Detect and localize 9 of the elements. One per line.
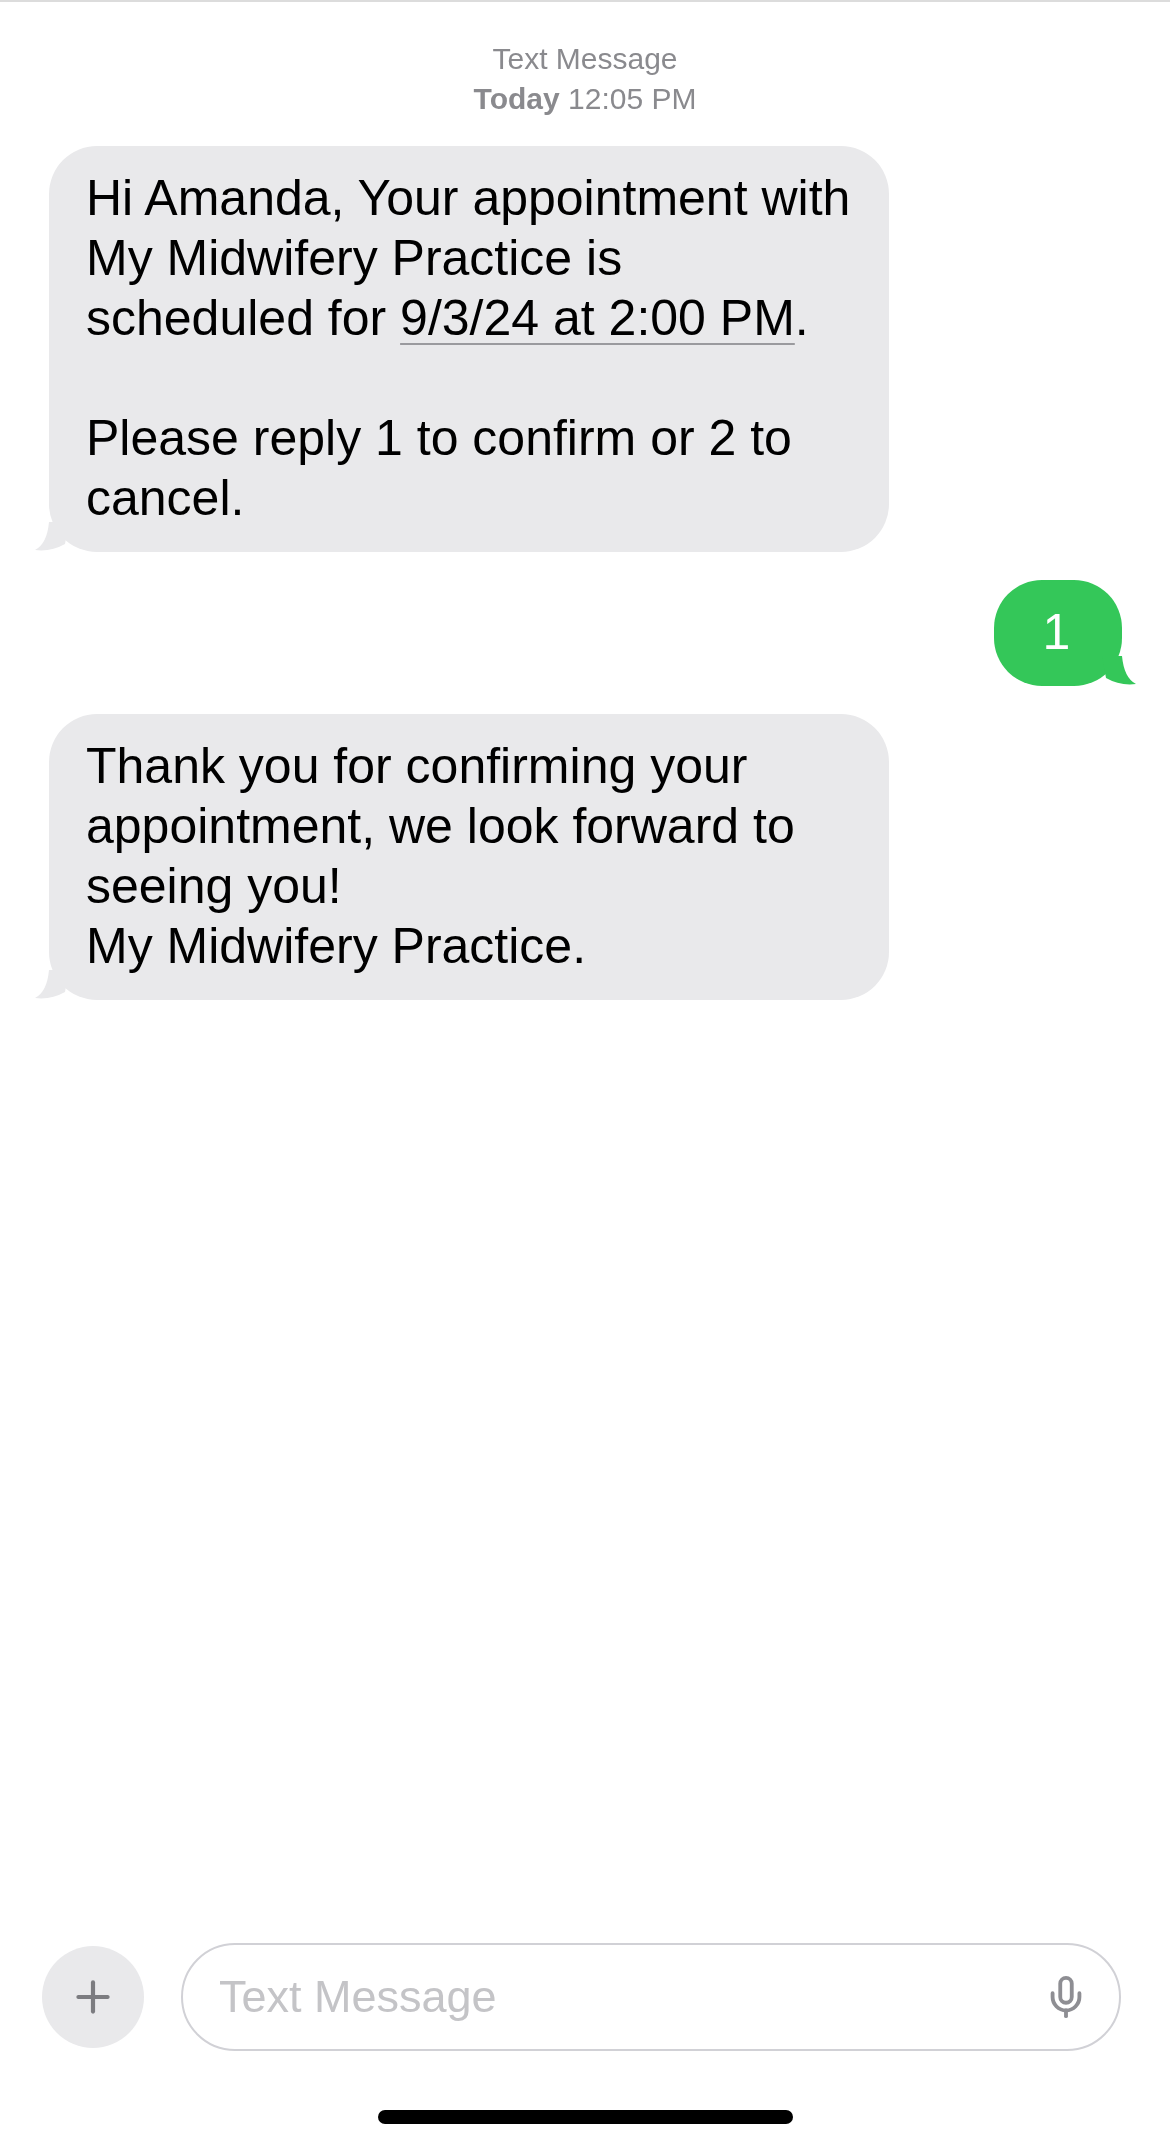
date-link[interactable]: 9/3/24 at 2:00 PM [400,290,795,346]
message-input-field[interactable]: Text Message [181,1943,1121,2051]
message-text: Please reply 1 to confirm or 2 to cancel. [86,409,793,528]
message-text: 1 [1041,603,1072,662]
service-label: Text Message [492,42,678,76]
timestamp: Today 12:05 PM [473,82,697,116]
message-text: Hi Amanda, Your appointment with My Midwifery Practice is scheduled for 9/3/24 at 2:00 PM. [86,169,852,348]
message-text: My Midwifery Practice. [86,917,588,976]
message-text: Thank you for confirming your appointment, we look forward to seeing you! [86,737,796,916]
